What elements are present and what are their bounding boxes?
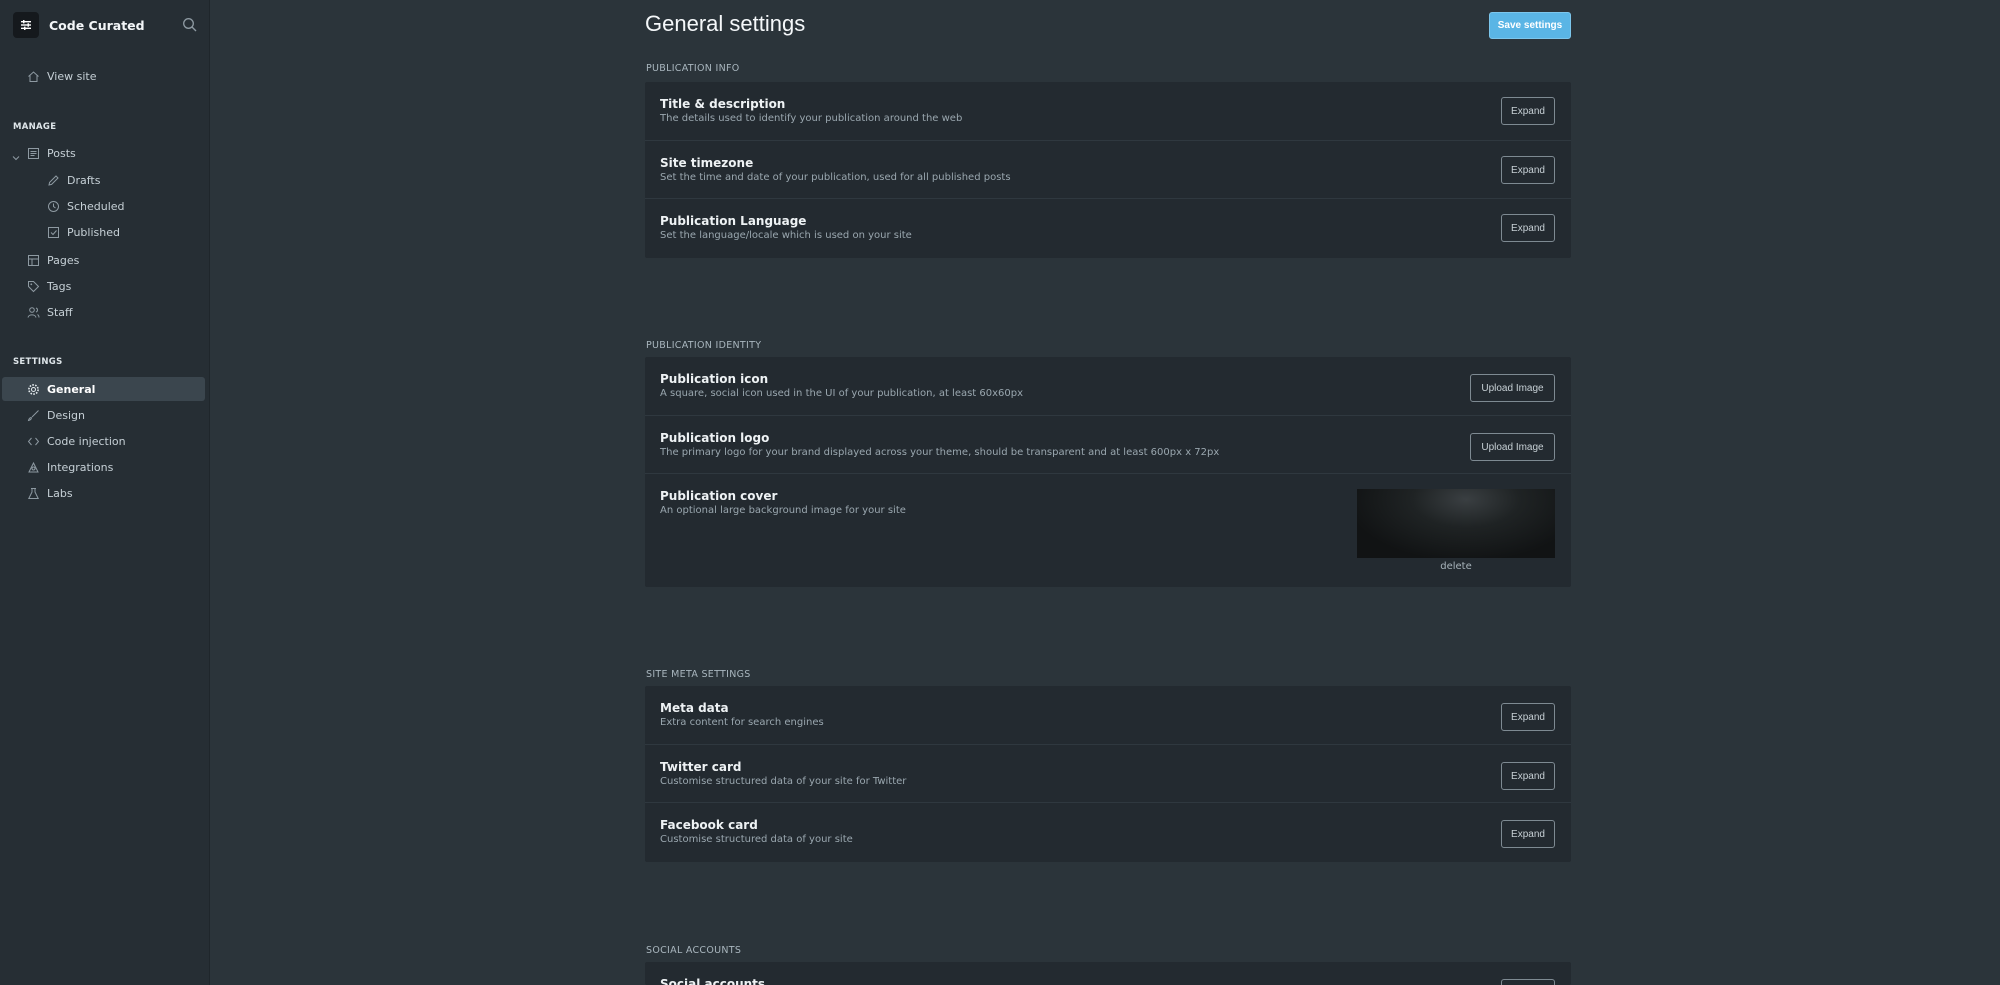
sidebar-item-code-injection[interactable]: Code injection bbox=[2, 429, 205, 453]
settings-row-publication-logo: Publication logo The primary logo for yo… bbox=[645, 415, 1571, 473]
section-label-site-meta: SITE META SETTINGS bbox=[646, 669, 751, 680]
sidebar-item-tags[interactable]: Tags bbox=[2, 274, 205, 298]
row-title: Publication icon bbox=[660, 372, 769, 386]
sidebar-item-scheduled[interactable]: Scheduled bbox=[2, 194, 205, 218]
sidebar-item-label: Tags bbox=[47, 279, 72, 293]
clock-icon bbox=[46, 199, 60, 213]
gear-icon bbox=[26, 382, 40, 396]
publication-info-panel: Title & description The details used to … bbox=[645, 82, 1571, 258]
settings-row-meta-data: Meta data Extra content for search engin… bbox=[645, 686, 1571, 744]
row-title: Social accounts bbox=[660, 977, 766, 985]
flask-icon bbox=[26, 486, 40, 500]
upload-image-button[interactable]: Upload Image bbox=[1470, 433, 1555, 461]
sidebar-item-pages[interactable]: Pages bbox=[2, 248, 205, 272]
row-description: Customise structured data of your site f… bbox=[660, 776, 907, 787]
settings-row-publication-language: Publication Language Set the language/lo… bbox=[645, 198, 1571, 258]
settings-row-site-timezone: Site timezone Set the time and date of y… bbox=[645, 140, 1571, 198]
row-title: Publication cover bbox=[660, 489, 778, 503]
sidebar: Code Curated View site MANAGE Posts Draf… bbox=[0, 0, 210, 985]
row-description: Customise structured data of your site bbox=[660, 834, 853, 845]
sidebar-item-design[interactable]: Design bbox=[2, 403, 205, 427]
section-label-manage: MANAGE bbox=[13, 122, 57, 132]
tag-icon bbox=[26, 279, 40, 293]
search-icon[interactable] bbox=[182, 17, 198, 33]
sidebar-item-label: Scheduled bbox=[67, 199, 125, 213]
social-accounts-panel: Social accounts bbox=[645, 962, 1571, 985]
row-title: Facebook card bbox=[660, 818, 758, 832]
sidebar-item-integrations[interactable]: Integrations bbox=[2, 455, 205, 479]
page-title: General settings bbox=[645, 11, 806, 36]
brand-logo-icon bbox=[13, 12, 39, 38]
expand-button[interactable]: Expand bbox=[1501, 156, 1555, 184]
section-label-publication-info: PUBLICATION INFO bbox=[646, 63, 740, 74]
brush-icon bbox=[26, 408, 40, 422]
sidebar-item-label: Posts bbox=[47, 146, 76, 160]
expand-button[interactable]: Expand bbox=[1501, 762, 1555, 790]
home-icon bbox=[26, 69, 40, 83]
settings-row-title-description: Title & description The details used to … bbox=[645, 82, 1571, 140]
staff-icon bbox=[26, 305, 40, 319]
row-title: Publication Language bbox=[660, 214, 807, 228]
row-title: Twitter card bbox=[660, 760, 742, 774]
sidebar-item-label: Code injection bbox=[47, 434, 126, 448]
sidebar-item-view-site[interactable]: View site bbox=[2, 64, 205, 88]
settings-row-twitter-card: Twitter card Customise structured data o… bbox=[645, 744, 1571, 802]
sidebar-item-posts[interactable]: Posts bbox=[2, 141, 205, 165]
settings-row-publication-icon: Publication icon A square, social icon u… bbox=[645, 357, 1571, 415]
settings-row-facebook-card: Facebook card Customise structured data … bbox=[645, 802, 1571, 862]
row-description: Extra content for search engines bbox=[660, 717, 824, 728]
site-meta-panel: Meta data Extra content for search engin… bbox=[645, 686, 1571, 862]
sidebar-item-label: Drafts bbox=[67, 173, 101, 187]
publication-cover-image[interactable] bbox=[1357, 489, 1555, 558]
section-label-publication-identity: PUBLICATION IDENTITY bbox=[646, 340, 762, 351]
sidebar-item-label: General bbox=[47, 382, 96, 396]
integrations-icon bbox=[26, 460, 40, 474]
brand[interactable]: Code Curated bbox=[13, 12, 198, 38]
row-description: Set the time and date of your publicatio… bbox=[660, 172, 1011, 183]
row-title: Site timezone bbox=[660, 156, 754, 170]
sidebar-item-labs[interactable]: Labs bbox=[2, 481, 205, 505]
row-title: Publication logo bbox=[660, 431, 770, 445]
settings-row-publication-cover: Publication cover An optional large back… bbox=[645, 473, 1571, 587]
delete-cover-link[interactable]: delete bbox=[1357, 561, 1555, 572]
pages-icon bbox=[26, 253, 40, 267]
sidebar-item-label: View site bbox=[47, 69, 97, 83]
sidebar-item-drafts[interactable]: Drafts bbox=[2, 168, 205, 192]
expand-button[interactable]: Expand bbox=[1501, 97, 1555, 125]
row-description: A square, social icon used in the UI of … bbox=[660, 388, 1024, 399]
pencil-icon bbox=[46, 173, 60, 187]
upload-image-button[interactable]: Upload Image bbox=[1470, 374, 1555, 402]
sidebar-item-label: Design bbox=[47, 408, 85, 422]
row-description: The primary logo for your brand displaye… bbox=[660, 447, 1220, 458]
sidebar-item-label: Labs bbox=[47, 486, 73, 500]
sidebar-item-label: Integrations bbox=[47, 460, 114, 474]
sidebar-item-label: Staff bbox=[47, 305, 73, 319]
section-label-settings: SETTINGS bbox=[13, 357, 63, 367]
section-label-social-accounts: SOCIAL ACCOUNTS bbox=[646, 945, 742, 956]
expand-button[interactable]: Expand bbox=[1501, 214, 1555, 242]
expand-button[interactable]: Expand bbox=[1501, 703, 1555, 731]
publication-identity-panel: Publication icon A square, social icon u… bbox=[645, 357, 1571, 587]
brand-name: Code Curated bbox=[49, 17, 145, 33]
sidebar-item-label: Pages bbox=[47, 253, 80, 267]
sidebar-item-published[interactable]: Published bbox=[2, 220, 205, 244]
expand-button[interactable] bbox=[1501, 979, 1555, 985]
sidebar-item-label: Published bbox=[67, 225, 120, 239]
code-icon bbox=[26, 434, 40, 448]
save-settings-button[interactable]: Save settings bbox=[1489, 12, 1571, 39]
published-icon bbox=[46, 225, 60, 239]
row-title: Meta data bbox=[660, 701, 729, 715]
row-description: An optional large background image for y… bbox=[660, 505, 906, 516]
posts-icon bbox=[26, 146, 40, 160]
sidebar-item-staff[interactable]: Staff bbox=[2, 300, 205, 324]
row-title: Title & description bbox=[660, 97, 786, 111]
expand-button[interactable]: Expand bbox=[1501, 820, 1555, 848]
row-description: The details used to identify your public… bbox=[660, 113, 963, 124]
row-description: Set the language/locale which is used on… bbox=[660, 230, 912, 241]
sidebar-item-general[interactable]: General bbox=[2, 377, 205, 401]
settings-row-social-accounts: Social accounts bbox=[645, 962, 1571, 985]
